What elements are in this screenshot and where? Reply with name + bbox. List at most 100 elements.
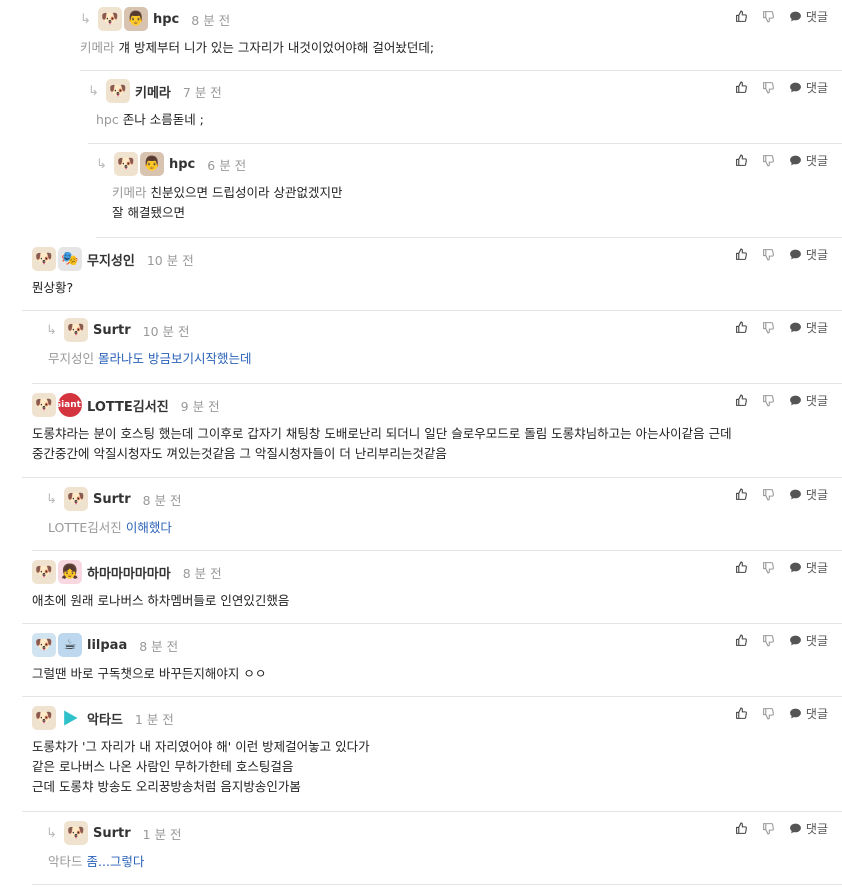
comment-item: 🐶 👧 하마마마마마마 8 분 전 애초에 원래 로나버스 하차멤버들로 인연있… — [22, 551, 842, 624]
upvote-button[interactable] — [735, 634, 748, 647]
reply-button[interactable]: 댓글 — [789, 705, 828, 722]
comment-time: 8 분 전 — [139, 638, 179, 654]
upvote-button[interactable] — [735, 154, 748, 167]
comment-item: 🐶 악타드 1 분 전 도롱챠가 '그 자리가 내 자리였어야 해' 이런 방제… — [22, 697, 842, 812]
avatar[interactable]: 🐶 — [64, 318, 88, 342]
comment-author[interactable]: 하마마마마마마 — [87, 563, 171, 582]
comment-author[interactable]: hpc — [153, 12, 179, 27]
speech-bubble-icon — [789, 562, 801, 573]
downvote-button[interactable] — [762, 822, 775, 835]
comment-item: 🐶 Giants LOTTE김서진 9 분 전 도롱챠라는 분이 호스팅 했는데… — [22, 384, 842, 478]
upvote-button[interactable] — [735, 707, 748, 720]
comment-author[interactable]: 무지성인 — [87, 250, 135, 269]
downvote-button[interactable] — [762, 154, 775, 167]
upvote-button[interactable] — [735, 81, 748, 94]
reply-button[interactable]: 댓글 — [789, 8, 828, 25]
downvote-button[interactable] — [762, 10, 775, 23]
avatar[interactable]: 🐶 — [64, 487, 88, 511]
reply-arrow-icon: ↳ — [88, 83, 99, 99]
avatar[interactable]: 🐶 — [98, 7, 122, 31]
downvote-button[interactable] — [762, 634, 775, 647]
avatar[interactable]: ☕ — [58, 633, 82, 657]
play-icon[interactable] — [58, 706, 82, 730]
mention[interactable]: hpc — [96, 112, 119, 127]
upvote-button[interactable] — [735, 248, 748, 261]
avatar[interactable]: 🐶 — [32, 706, 56, 730]
avatar[interactable]: Giants — [58, 393, 82, 417]
comment-text: 악타드 좀...그렇다 — [48, 854, 145, 869]
avatar[interactable]: 🎭 — [58, 247, 82, 271]
comment-text: 그럴땐 바로 구독챗으로 바꾸든지해야지 ㅇㅇ — [32, 666, 267, 681]
comment-time: 1 분 전 — [134, 711, 174, 727]
reply-button[interactable]: 댓글 — [789, 79, 828, 96]
avatar[interactable]: 🐶 — [32, 560, 56, 584]
reply-arrow-icon: ↳ — [96, 156, 107, 172]
speech-bubble-icon — [789, 395, 801, 406]
downvote-button[interactable] — [762, 248, 775, 261]
comment-actions: 댓글 — [721, 79, 828, 96]
speech-bubble-icon — [789, 11, 801, 22]
reply-arrow-icon: ↳ — [46, 825, 57, 841]
comment-item: ↳ 🐶 Surtr 1 분 전 악타드 좀...그렇다 댓글 — [32, 812, 842, 885]
upvote-button[interactable] — [735, 561, 748, 574]
comment-actions: 댓글 — [721, 246, 828, 263]
avatar[interactable]: 🐶 — [64, 821, 88, 845]
comment-time: 8 분 전 — [142, 492, 182, 508]
reply-button[interactable]: 댓글 — [789, 152, 828, 169]
comment-author[interactable]: 키메라 — [135, 82, 171, 101]
mention[interactable]: 악타드 — [48, 854, 83, 869]
avatar[interactable]: 🐶 — [106, 79, 130, 103]
upvote-button[interactable] — [735, 10, 748, 23]
comment-text: 키메라 걔 방제부터 니가 있는 그자리가 내것이었어야해 걸어놨던데; — [80, 40, 435, 55]
avatar[interactable]: 👨 — [140, 152, 164, 176]
comment-text: hpc 존나 소름돋네 ; — [96, 112, 204, 127]
comment-item: ↳ 🐶 Surtr 8 분 전 LOTTE김서진 이해했다 댓글 — [32, 478, 842, 551]
downvote-button[interactable] — [762, 394, 775, 407]
comment-time: 7 분 전 — [182, 84, 222, 100]
downvote-button[interactable] — [762, 81, 775, 94]
comment-author[interactable]: Surtr — [93, 826, 131, 841]
speech-bubble-icon — [789, 322, 801, 333]
downvote-button[interactable] — [762, 707, 775, 720]
avatar[interactable]: 🐶 — [32, 393, 56, 417]
comment-actions: 댓글 — [721, 705, 828, 722]
comment-author[interactable]: Surtr — [93, 492, 131, 507]
reply-button[interactable]: 댓글 — [789, 559, 828, 576]
comment-author[interactable]: 악타드 — [87, 709, 123, 728]
avatar[interactable]: 👨 — [124, 7, 148, 31]
avatar[interactable]: 🐶 — [114, 152, 138, 176]
speech-bubble-icon — [789, 155, 801, 166]
comment-item: ↳ 🐶 Surtr 10 분 전 무지성인 몰라나도 방금보기시작했는데 댓글 — [32, 311, 842, 384]
comment-text: 도롱챠가 '그 자리가 내 자리였어야 해' 이런 방제걸어놓고 있다가 같은 로… — [32, 739, 370, 794]
speech-bubble-icon — [789, 489, 801, 500]
downvote-button[interactable] — [762, 561, 775, 574]
comment-author[interactable]: LOTTE김서진 — [87, 396, 169, 415]
upvote-button[interactable] — [735, 394, 748, 407]
reply-button[interactable]: 댓글 — [789, 632, 828, 649]
avatar[interactable]: 🐶 — [32, 633, 56, 657]
comment-author[interactable]: Surtr — [93, 323, 131, 338]
reply-button[interactable]: 댓글 — [789, 820, 828, 837]
reply-button[interactable]: 댓글 — [789, 319, 828, 336]
comment-time: 10 분 전 — [142, 323, 190, 339]
comment-actions: 댓글 — [721, 392, 828, 409]
mention[interactable]: LOTTE김서진 — [48, 520, 122, 535]
comment-author[interactable]: lilpaa — [87, 638, 127, 653]
avatar[interactable]: 👧 — [58, 560, 82, 584]
upvote-button[interactable] — [735, 321, 748, 334]
reply-button[interactable]: 댓글 — [789, 486, 828, 503]
upvote-button[interactable] — [735, 822, 748, 835]
reply-button[interactable]: 댓글 — [789, 246, 828, 263]
comment-author[interactable]: hpc — [169, 157, 195, 172]
mention[interactable]: 무지성인 — [48, 351, 94, 366]
upvote-button[interactable] — [735, 488, 748, 501]
mention[interactable]: 키메라 — [80, 40, 115, 55]
downvote-button[interactable] — [762, 488, 775, 501]
downvote-button[interactable] — [762, 321, 775, 334]
avatar[interactable]: 🐶 — [32, 247, 56, 271]
comment-item: 🐶 ☕ lilpaa 8 분 전 그럴땐 바로 구독챗으로 바꾸든지해야지 ㅇㅇ… — [22, 624, 842, 697]
mention[interactable]: 키메라 — [112, 185, 147, 200]
comment-item: ↳ 🐶 👨 hpc 8 분 전 키메라 걔 방제부터 니가 있는 그자리가 내것이… — [80, 0, 842, 71]
reply-button[interactable]: 댓글 — [789, 392, 828, 409]
comment-actions: 댓글 — [721, 559, 828, 576]
